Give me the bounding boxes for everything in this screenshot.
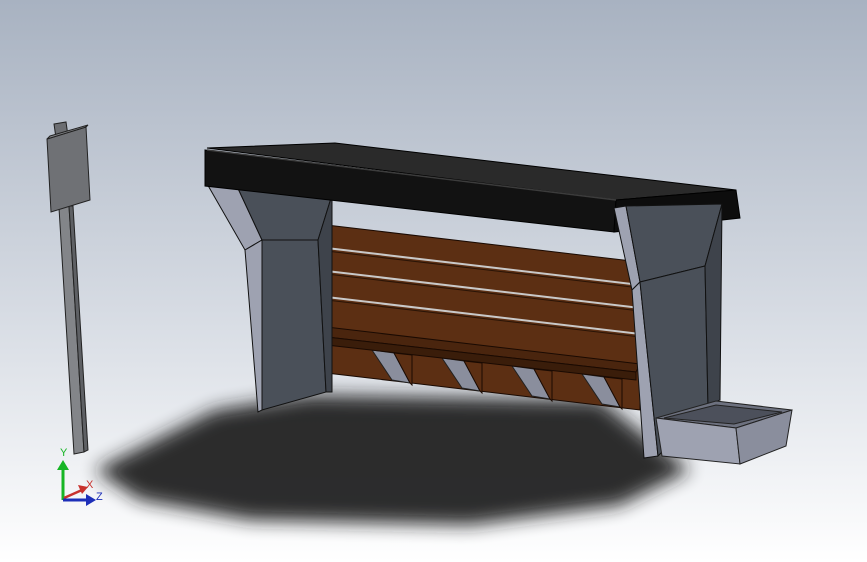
triad-x-label: X <box>86 479 94 491</box>
triad-z-label: Z <box>96 491 103 503</box>
graphics-viewport[interactable]: Y X Z <box>0 0 867 562</box>
triad-y-label: Y <box>60 447 68 459</box>
model-canvas[interactable]: Y X Z <box>0 0 867 562</box>
sign-panel <box>46 126 91 213</box>
